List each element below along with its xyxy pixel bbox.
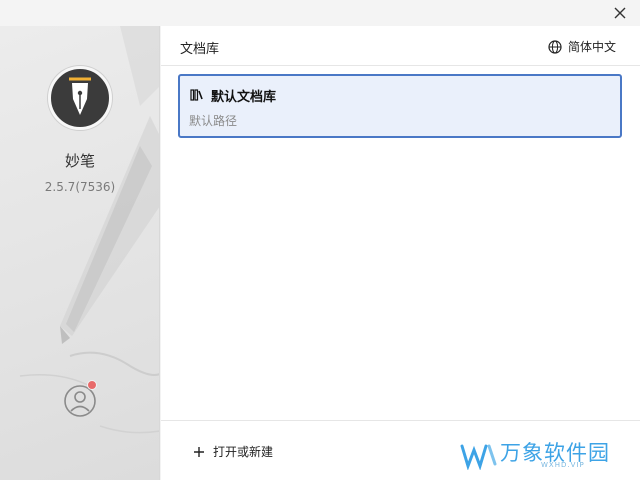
language-selector[interactable]: 简体中文	[548, 38, 616, 55]
globe-icon	[548, 39, 562, 54]
watermark-domain: WXHD.VIP	[541, 461, 585, 469]
main-panel: 文档库 简体中文 默认文档库 默认路径 打开或新建	[161, 26, 640, 480]
title-bar	[0, 0, 640, 26]
repository-item[interactable]: 默认文档库 默认路径	[178, 74, 622, 138]
books-icon	[190, 89, 203, 101]
app-logo	[48, 66, 112, 130]
open-or-new-button[interactable]: 打开或新建	[193, 443, 273, 460]
sidebar: 妙笔 2.5.7(7536)	[0, 26, 160, 480]
notification-badge	[87, 380, 97, 390]
close-icon[interactable]	[612, 5, 628, 21]
open-or-new-label: 打开或新建	[213, 445, 274, 459]
watermark-logo-icon	[460, 444, 497, 470]
language-label: 简体中文	[567, 40, 616, 54]
page-title: 文档库	[180, 42, 220, 57]
app-name: 妙笔	[64, 152, 95, 170]
main-header: 文档库 简体中文	[161, 26, 640, 66]
app-version: 2.5.7(7536)	[44, 180, 116, 194]
plus-icon	[194, 446, 204, 457]
watermark: 万象软件园 WXHD.VIP	[438, 430, 640, 480]
repository-path: 默认路径	[189, 114, 238, 128]
fountain-pen-icon	[69, 77, 91, 115]
repository-name: 默认文档库	[211, 90, 277, 105]
